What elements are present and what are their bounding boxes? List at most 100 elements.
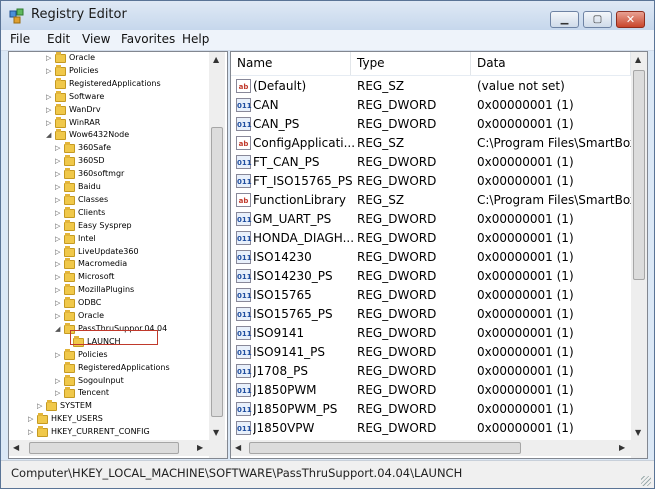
expand-toggle-icon[interactable]: ▷ [55,196,63,204]
menu-favorites[interactable]: Favorites [121,32,175,46]
value-row[interactable]: 011 J1850VPW REG_DWORD 0x00000001 (1) [231,419,631,438]
value-row[interactable]: 011 ISO9141 REG_DWORD 0x00000001 (1) [231,324,631,343]
tree-hscroll-thumb[interactable] [29,442,179,454]
folder-icon [55,64,66,76]
scroll-down-icon[interactable]: ▼ [213,428,219,437]
key-tree-pane[interactable]: ▷ Oracle ▷ Policies RegisteredApplications ▷ S… [8,51,228,459]
tree-item-label: Clients [78,207,106,217]
column-header-name[interactable]: Name [231,52,351,75]
scroll-right-icon[interactable]: ▶ [197,443,203,452]
title-bar[interactable]: Registry Editor ▁ ▢ ✕ [1,1,654,30]
expand-toggle-icon[interactable]: ▷ [55,351,63,359]
expand-toggle-icon[interactable]: ▷ [55,222,63,230]
value-data: 0x00000001 (1) [477,117,574,131]
expand-toggle-icon[interactable]: ▷ [55,235,63,243]
value-type: REG_DWORD [357,117,437,131]
expand-toggle-icon[interactable]: ▷ [55,183,63,191]
tree-item-label: LiveUpdate360 [78,246,139,256]
value-row[interactable]: ab (Default) REG_SZ (value not set) [231,77,631,96]
value-row[interactable]: 011 HONDA_DIAGH... REG_DWORD 0x00000001 (1) [231,229,631,248]
expand-toggle-icon[interactable]: ▷ [55,273,63,281]
value-row[interactable]: 011 ISO9141_PS REG_DWORD 0x00000001 (1) [231,343,631,362]
expand-toggle-icon[interactable]: ◢ [55,325,63,333]
expand-toggle-icon[interactable]: ▷ [55,286,63,294]
expand-toggle-icon[interactable]: ▷ [55,144,63,152]
tree-horizontal-scrollbar[interactable]: ◀ ▶ [9,440,209,456]
value-row[interactable]: 011 ISO14230_PS REG_DWORD 0x00000001 (1) [231,267,631,286]
expand-toggle-icon[interactable]: ▷ [28,428,36,436]
expand-toggle-icon[interactable]: ▷ [37,402,45,410]
maximize-button[interactable]: ▢ [583,11,612,28]
value-name: J1850VPW [253,421,315,435]
scroll-up-icon[interactable]: ▲ [213,55,219,64]
tree-vertical-scrollbar[interactable]: ▲ ▼ [209,52,225,440]
expand-toggle-icon[interactable]: ▷ [46,54,54,62]
resize-grip-icon[interactable] [641,476,651,486]
expand-toggle-icon[interactable]: ◢ [46,131,54,139]
value-row[interactable]: 011 J1708_PS REG_DWORD 0x00000001 (1) [231,362,631,381]
expand-toggle-icon[interactable]: ▷ [46,67,54,75]
value-row[interactable]: 011 J1850PWM REG_DWORD 0x00000001 (1) [231,381,631,400]
folder-icon [64,155,75,167]
folder-icon [64,361,75,373]
expand-toggle-icon[interactable]: ▷ [55,377,63,385]
menu-help[interactable]: Help [182,32,209,46]
expand-toggle-icon[interactable]: ▷ [55,170,63,178]
list-horizontal-scrollbar[interactable]: ◀ ▶ [231,440,631,456]
value-row[interactable]: 011 CAN REG_DWORD 0x00000001 (1) [231,96,631,115]
value-row[interactable]: 011 GM_UART_PS REG_DWORD 0x00000001 (1) [231,210,631,229]
binary-value-icon: 011 [236,174,252,188]
close-button[interactable]: ✕ [616,11,645,28]
value-name: ConfigApplicati... [253,136,355,150]
expand-toggle-icon[interactable]: ▷ [55,312,63,320]
tree-item-label: SogouInput [78,375,124,385]
value-data: 0x00000001 (1) [477,288,574,302]
value-row[interactable]: 011 FT_ISO15765_PS REG_DWORD 0x00000001 (1) [231,172,631,191]
expand-toggle-icon[interactable]: ▷ [55,209,63,217]
menu-view[interactable]: View [82,32,110,46]
scroll-left-icon[interactable]: ◀ [235,443,241,452]
expand-toggle-icon[interactable]: ▷ [55,389,63,397]
minimize-button[interactable]: ▁ [550,11,579,28]
value-row[interactable]: 011 ISO14230 REG_DWORD 0x00000001 (1) [231,248,631,267]
header-divider [231,75,631,76]
value-row[interactable]: 011 CAN_PS REG_DWORD 0x00000001 (1) [231,115,631,134]
expand-toggle-icon[interactable]: ▷ [28,415,36,423]
value-row[interactable]: 011 ISO15765_PS REG_DWORD 0x00000001 (1) [231,305,631,324]
column-header-data[interactable]: Data [471,52,631,75]
list-vertical-scrollbar[interactable]: ▲ ▼ [631,52,647,440]
list-vscroll-thumb[interactable] [633,70,645,280]
folder-icon [64,168,75,180]
menu-edit[interactable]: Edit [47,32,70,46]
value-row[interactable]: 011 ISO15765 REG_DWORD 0x00000001 (1) [231,286,631,305]
tree-item-label: HKEY_USERS [51,414,103,424]
value-name: FT_ISO15765_PS [253,174,353,188]
expand-toggle-icon[interactable]: ▷ [55,248,63,256]
value-row[interactable]: 011 J1850PWM_PS REG_DWORD 0x00000001 (1) [231,400,631,419]
values-list-pane[interactable]: Name Type Data ab (Default) REG_SZ (value n… [230,51,648,459]
value-row[interactable]: ab ConfigApplicati... REG_SZ C:\Program Fil… [231,134,631,153]
expand-toggle-icon[interactable]: ▷ [55,157,63,165]
column-header-type[interactable]: Type [351,52,471,75]
expand-toggle-icon[interactable]: ▷ [46,106,54,114]
menu-file[interactable]: File [10,32,30,46]
scroll-right-icon[interactable]: ▶ [619,443,625,452]
scroll-left-icon[interactable]: ◀ [13,443,19,452]
binary-value-icon: 011 [236,307,252,321]
value-name: FT_CAN_PS [253,155,320,169]
folder-icon [64,297,75,309]
expand-toggle-icon[interactable]: ▷ [55,299,63,307]
tree-vscroll-thumb[interactable] [211,127,223,417]
value-data: 0x00000001 (1) [477,155,574,169]
value-data: 0x00000001 (1) [477,326,574,340]
value-row[interactable]: ab FunctionLibrary REG_SZ C:\Program Files\… [231,191,631,210]
expand-toggle-icon[interactable]: ▷ [46,93,54,101]
list-hscroll-thumb[interactable] [249,442,521,454]
scroll-up-icon[interactable]: ▲ [635,55,641,64]
expand-toggle-icon[interactable]: ▷ [55,260,63,268]
scroll-down-icon[interactable]: ▼ [635,428,641,437]
value-row[interactable]: 011 FT_CAN_PS REG_DWORD 0x00000001 (1) [231,153,631,172]
tree-item-label: Classes [78,194,109,204]
binary-value-icon: 011 [236,288,252,302]
expand-toggle-icon[interactable]: ▷ [46,119,54,127]
